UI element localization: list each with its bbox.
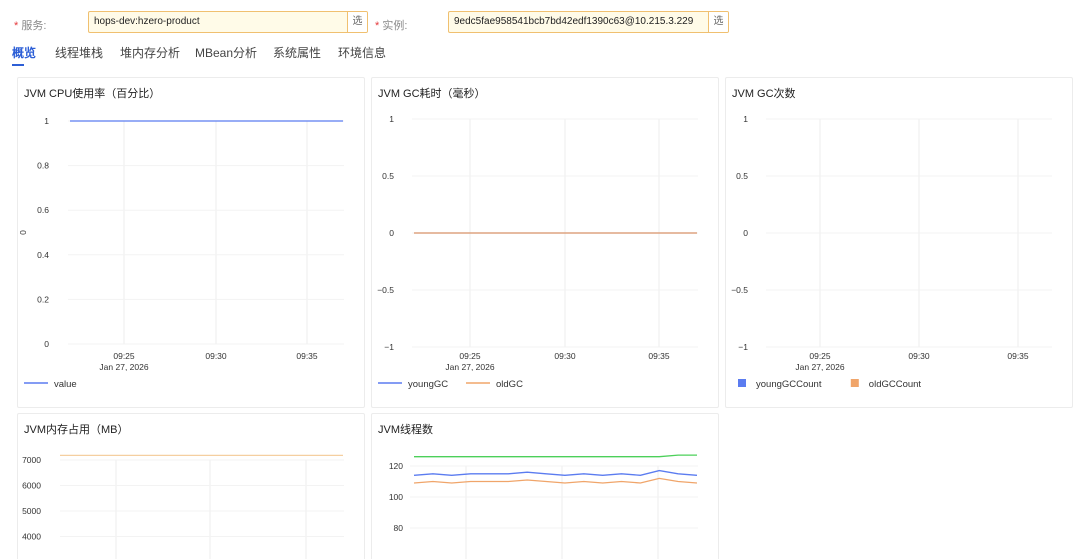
y-tick-label: 0.4 xyxy=(37,250,49,260)
gc-count-chart: 1 0.5 0 −0.5 −1 09:25 09:30 09:35 Jan 27, 2026 yo… xyxy=(731,114,1052,390)
y-tick-label: 100 xyxy=(389,492,403,502)
x-date-label: Jan 27, 2026 xyxy=(445,362,494,372)
x-tick-label: 09:35 xyxy=(1007,351,1029,361)
gc-time-chart: 1 0.5 0 −0.5 −1 09:25 09:30 09:35 Jan 27, 2026 yo… xyxy=(377,114,698,390)
legend-swatch xyxy=(850,379,859,387)
x-tick-label: 09:30 xyxy=(205,351,227,361)
y-tick-label: 4000 xyxy=(22,532,41,542)
service-label: * 服务: xyxy=(14,17,46,33)
x-tick-label: 09:25 xyxy=(113,351,135,361)
panel-gc-count: JVM GC次数 1 0.5 0 −0.5 −1 09:25 09:30 09:35 Jan 2… xyxy=(725,77,1073,408)
y-tick-label: −0.5 xyxy=(731,285,748,295)
instance-select-button[interactable]: 选 xyxy=(708,12,728,32)
y-tick-label: −1 xyxy=(738,342,748,352)
y-axis-label: 0 xyxy=(18,230,28,235)
series-line-3 xyxy=(413,477,698,484)
panel-gc-time: JVM GC耗时（毫秒） 1 0.5 0 −0.5 −1 09:25 09:30 09:35 J… xyxy=(371,77,719,408)
threads-chart: 120 100 80 xyxy=(389,454,698,559)
x-tick-label: 09:35 xyxy=(648,351,670,361)
instance-value: 9edc5fae958541bcb7bd42edf1390c63@10.215.… xyxy=(454,16,694,27)
service-value: hops-dev:hzero-product xyxy=(94,16,200,27)
y-tick-label: 0 xyxy=(44,339,49,349)
cpu-chart: 1 0.8 0.6 0.4 0.2 0 0 09:25 09:30 09:35 Jan 27, 20… xyxy=(18,116,344,390)
y-tick-label: 80 xyxy=(394,523,404,533)
legend-label: oldGCCount xyxy=(869,379,922,390)
legend-label: youngGC xyxy=(408,379,448,390)
legend-label: value xyxy=(54,379,77,390)
panel-cpu: JVM CPU使用率（百分比） 1 0.8 0.6 0.4 0.2 0 0 09:25 09:3… xyxy=(17,77,365,408)
tab-system-properties[interactable]: 系统属性 xyxy=(273,44,321,61)
filter-bar: * 服务: hops-dev:hzero-product 选 * 实例: 9ed… xyxy=(0,0,1080,44)
x-tick-label: 09:30 xyxy=(908,351,930,361)
memory-chart: 7000 6000 5000 4000 xyxy=(22,454,344,559)
tab-heap-analysis[interactable]: 堆内存分析 xyxy=(120,44,180,61)
tab-mbean-analysis[interactable]: MBean分析 xyxy=(195,44,257,61)
tab-thread-stack[interactable]: 线程堆栈 xyxy=(55,44,103,61)
x-date-label: Jan 27, 2026 xyxy=(99,362,148,372)
x-tick-label: 09:35 xyxy=(296,351,318,361)
y-tick-label: 0.6 xyxy=(37,205,49,215)
service-label-text: 服务: xyxy=(21,20,47,32)
panel-threads: JVM线程数 120 100 80 xyxy=(371,413,719,559)
y-tick-label: −1 xyxy=(384,342,394,352)
y-tick-label: 120 xyxy=(389,461,403,471)
instance-label-text: 实例: xyxy=(382,20,408,32)
legend-label: youngGCCount xyxy=(756,379,822,390)
y-tick-label: 0.5 xyxy=(382,171,394,181)
y-tick-label: 0.8 xyxy=(37,161,49,171)
tab-environment-info[interactable]: 环境信息 xyxy=(338,44,386,61)
tab-overview[interactable]: 概览 xyxy=(12,44,36,61)
y-tick-label: 0 xyxy=(389,228,394,238)
legend-swatch xyxy=(738,379,746,387)
instance-field[interactable]: 9edc5fae958541bcb7bd42edf1390c63@10.215.… xyxy=(448,11,729,33)
y-tick-label: 7000 xyxy=(22,455,41,465)
y-tick-label: 5000 xyxy=(22,506,41,516)
panel-memory: JVM内存占用（MB） 7000 6000 5000 4000 xyxy=(17,413,365,559)
legend-label: oldGC xyxy=(496,379,523,390)
x-tick-label: 09:25 xyxy=(459,351,481,361)
series-line-1 xyxy=(414,454,697,458)
y-tick-label: −0.5 xyxy=(377,285,394,295)
instance-label: * 实例: xyxy=(375,17,407,33)
required-mark: * xyxy=(14,20,19,32)
y-tick-label: 0.2 xyxy=(37,294,49,304)
x-date-label: Jan 27, 2026 xyxy=(795,362,844,372)
y-tick-label: 0.5 xyxy=(736,171,748,181)
required-mark: * xyxy=(375,20,380,32)
y-tick-label: 1 xyxy=(743,114,748,124)
y-tick-label: 0 xyxy=(743,228,748,238)
y-tick-label: 1 xyxy=(44,116,49,126)
x-tick-label: 09:25 xyxy=(809,351,831,361)
y-tick-label: 6000 xyxy=(22,481,41,491)
service-field[interactable]: hops-dev:hzero-product 选 xyxy=(88,11,368,33)
series-line-2 xyxy=(413,469,698,476)
active-tab-indicator xyxy=(12,64,24,66)
service-select-button[interactable]: 选 xyxy=(347,12,367,32)
y-tick-label: 1 xyxy=(389,114,394,124)
x-tick-label: 09:30 xyxy=(554,351,576,361)
tab-bar: 概览 线程堆栈 堆内存分析 MBean分析 系统属性 环境信息 xyxy=(0,44,1080,66)
